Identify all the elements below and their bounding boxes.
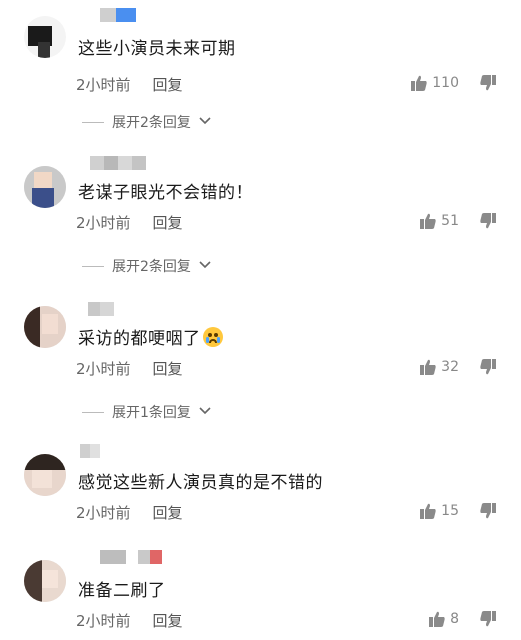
comment-time: 2小时前 (76, 360, 131, 378)
like-count: 110 (432, 75, 459, 91)
chevron-down-icon (199, 114, 211, 130)
reply-button[interactable]: 回复 (153, 502, 183, 523)
reply-button[interactable]: 回复 (153, 74, 183, 95)
avatar[interactable] (24, 306, 66, 348)
avatar[interactable] (24, 16, 66, 58)
like-button[interactable]: 15 (419, 502, 459, 520)
expand-replies-button[interactable]: 展开2条回复 (82, 256, 211, 276)
thumbs-up-icon (419, 502, 437, 520)
comment-time: 2小时前 (76, 76, 131, 94)
chevron-down-icon (199, 404, 211, 420)
dislike-button[interactable] (479, 74, 497, 92)
divider-line (82, 411, 104, 413)
like-button[interactable]: 8 (428, 610, 459, 628)
comment-meta: 2小时前 回复 (76, 358, 183, 379)
comment-text: 感觉这些新人演员真的是不错的 (78, 473, 323, 493)
thumbs-down-icon (479, 358, 497, 376)
reply-button[interactable]: 回复 (153, 610, 183, 631)
like-button[interactable]: 110 (410, 74, 459, 92)
like-button[interactable]: 32 (419, 358, 459, 376)
comment-item: 这些小演员未来可期 2小时前 回复 110 展开2条回复 (0, 8, 521, 138)
avatar[interactable] (24, 166, 66, 208)
comment-meta: 2小时前 回复 (76, 610, 183, 631)
comment-time: 2小时前 (76, 214, 131, 232)
expand-replies-label: 展开2条回复 (112, 259, 191, 275)
chevron-down-icon (199, 258, 211, 274)
comment-item: 感觉这些新人演员真的是不错的 2小时前 回复 15 (0, 444, 521, 534)
comment-item: 老谋子眼光不会错的！ 2小时前 回复 51 展开2条回复 (0, 156, 521, 286)
comment-item: 准备二刷了 2小时前 回复 8 (0, 550, 521, 640)
thumbs-down-icon (479, 74, 497, 92)
divider-line (82, 265, 104, 267)
expand-replies-label: 展开2条回复 (112, 115, 191, 131)
dislike-button[interactable] (479, 212, 497, 230)
username-mosaic[interactable] (88, 302, 114, 316)
username-mosaic[interactable] (100, 8, 136, 22)
divider-line (82, 121, 104, 123)
username-mosaic[interactable] (90, 156, 146, 170)
thumbs-down-icon (479, 502, 497, 520)
thumbs-up-icon (410, 74, 428, 92)
username-mosaic[interactable] (100, 550, 162, 564)
expand-replies-button[interactable]: 展开2条回复 (82, 112, 211, 132)
thumbs-up-icon (419, 358, 437, 376)
thumbs-up-icon (419, 212, 437, 230)
comment-meta: 2小时前 回复 (76, 74, 183, 95)
comment-time: 2小时前 (76, 612, 131, 630)
expand-replies-label: 展开1条回复 (112, 405, 191, 421)
comment-text: 老谋子眼光不会错的！ (78, 183, 253, 203)
like-count: 15 (441, 503, 459, 519)
avatar[interactable] (24, 560, 66, 602)
reply-button[interactable]: 回复 (153, 212, 183, 233)
like-count: 8 (450, 611, 459, 627)
dislike-button[interactable] (479, 610, 497, 628)
thumbs-down-icon (479, 212, 497, 230)
comment-text: 采访的都哽咽了 (78, 324, 223, 349)
crying-face-emoji (202, 327, 223, 347)
like-button[interactable]: 51 (419, 212, 459, 230)
dislike-button[interactable] (479, 502, 497, 520)
like-count: 51 (441, 213, 459, 229)
comment-time: 2小时前 (76, 504, 131, 522)
avatar[interactable] (24, 454, 66, 496)
thumbs-up-icon (428, 610, 446, 628)
reply-button[interactable]: 回复 (153, 358, 183, 379)
comment-meta: 2小时前 回复 (76, 212, 183, 233)
comment-text: 准备二刷了 (78, 581, 166, 601)
expand-replies-button[interactable]: 展开1条回复 (82, 402, 211, 422)
comment-text-content: 采访的都哽咽了 (78, 329, 201, 349)
dislike-button[interactable] (479, 358, 497, 376)
thumbs-down-icon (479, 610, 497, 628)
like-count: 32 (441, 359, 459, 375)
comment-meta: 2小时前 回复 (76, 502, 183, 523)
comment-text: 这些小演员未来可期 (78, 39, 236, 59)
username-mosaic[interactable] (80, 444, 100, 458)
comment-item: 采访的都哽咽了 2小时前 回复 32 展开1条回复 (0, 302, 521, 432)
